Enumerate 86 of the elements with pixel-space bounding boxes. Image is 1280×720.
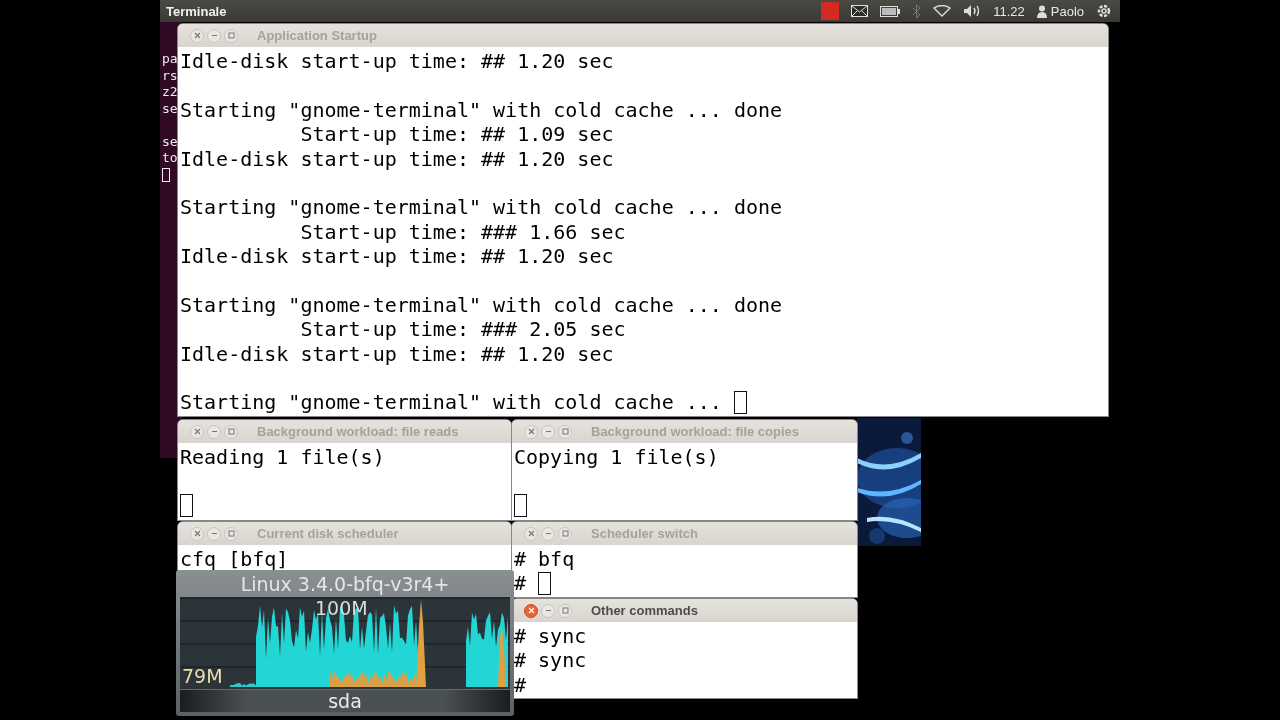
window-title: Other commands [591,603,698,618]
minimize-icon [544,530,552,537]
close-button[interactable] [190,424,204,439]
settings-icon[interactable] [1096,3,1112,19]
maximize-icon [227,530,235,537]
maximize-button[interactable] [558,424,572,439]
close-icon [193,428,201,435]
minimize-button[interactable] [541,526,555,541]
terminal-line: rs [162,67,178,83]
minimize-button[interactable] [541,424,555,439]
window-title: Current disk scheduler [257,526,399,541]
terminal-line: Idle-disk start-up time: ## 1.20 sec [180,49,614,74]
wifi-icon[interactable] [933,5,952,17]
window-title: Application Startup [257,28,377,43]
maximize-icon [227,428,235,435]
close-button[interactable] [524,526,538,541]
maximize-button[interactable] [224,526,238,541]
terminal-line: Reading 1 file(s) [180,445,385,470]
minimize-icon [210,428,218,435]
user-icon[interactable] [1036,4,1047,18]
maximize-button[interactable] [558,603,572,618]
clock[interactable]: 11.22 [993,3,1025,19]
close-icon [527,428,535,435]
terminal-line: pa [162,51,178,66]
maximize-button[interactable] [224,424,238,439]
terminal-line: # [514,571,527,596]
maximize-button[interactable] [558,526,572,541]
terminal-line: se [162,100,178,116]
close-icon [193,32,201,39]
maximize-button[interactable] [224,28,238,43]
close-icon [527,607,535,614]
minimize-icon [544,428,552,435]
maximize-icon [561,428,569,435]
minimize-button[interactable] [207,424,221,439]
window-title: Scheduler switch [591,526,698,541]
window-title: Background workload: file reads [257,424,459,439]
minimize-button[interactable] [207,28,221,43]
terminal-line: Start-up time: ## 1.09 sec [299,122,614,147]
window-title: Background workload: file copies [591,424,800,439]
maximize-icon [561,607,569,614]
terminal-line: z2 [162,84,178,99]
terminal-line: Start-up time: ### 1.66 sec [299,219,626,245]
terminal-line: Idle-disk start-up time: ## 1.20 sec [180,341,614,367]
terminal-line: se [162,133,178,149]
terminal-line: Starting "gnome-terminal" with cold cache ... done [180,97,783,123]
close-button[interactable] [190,28,204,43]
battery-icon[interactable] [880,5,901,17]
app-title: Terminale [166,3,227,19]
mail-icon[interactable] [851,5,869,17]
user-name[interactable]: Paolo [1050,3,1084,19]
close-icon [527,530,535,537]
close-button[interactable] [190,526,204,541]
terminal-line: Starting "gnome-terminal" with cold cache ... done [180,195,783,220]
maximize-icon [561,530,569,537]
volume-icon[interactable] [963,4,982,18]
write-spike [498,627,506,687]
device-label: sda [180,690,510,712]
minimize-icon [544,607,552,614]
minimize-button[interactable] [207,526,221,541]
terminal-line: Starting "gnome-terminal" with cold cache ... [180,390,722,415]
terminal-line: # sync [514,624,587,649]
terminal-line: # [514,672,527,698]
cursor [162,168,170,182]
close-button[interactable] [524,424,538,439]
terminal-line: cfq [bfq] [180,547,289,572]
terminal-line: Idle-disk start-up time: ## 1.20 sec [180,244,614,269]
cursor [514,494,527,518]
terminal-line: Idle-disk start-up time: ## 1.20 sec [180,146,614,171]
close-button[interactable] [524,603,538,618]
terminal-line: # bfq [514,547,575,572]
minimize-icon [210,530,218,537]
rate-label: 79M [182,665,223,687]
terminal-line: to [162,150,178,165]
cursor [180,494,193,518]
monitor-title: Linux 3.4.0-bfq-v3r4+ [240,572,450,597]
bluetooth-icon[interactable] [912,3,922,19]
close-icon [193,530,201,537]
app-indicator-icon[interactable] [821,2,840,20]
terminal-line: # sync [514,648,587,673]
terminal-line: Copying 1 file(s) [514,445,719,470]
terminal-line: Starting "gnome-terminal" with cold cache ... done [180,292,783,318]
maximize-icon [227,32,235,39]
scale-label: 100M [315,597,368,619]
minimize-button[interactable] [541,603,555,618]
minimize-icon [210,32,218,39]
terminal-line: Start-up time: ### 2.05 sec [299,317,626,342]
